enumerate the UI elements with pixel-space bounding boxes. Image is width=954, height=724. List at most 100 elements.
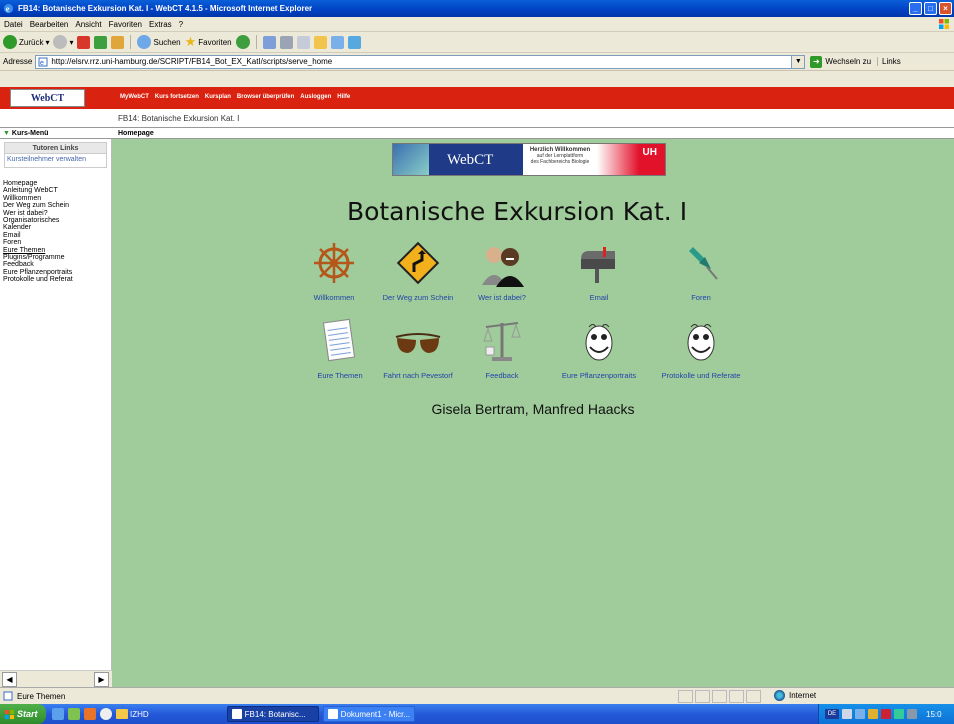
- forward-arrow-icon: [53, 35, 68, 49]
- nav-icon-weg-zum-schein[interactable]: Der Weg zum Schein: [376, 239, 460, 302]
- home-icon[interactable]: [111, 35, 125, 49]
- sidebar-item-kalender[interactable]: Kalender: [3, 224, 111, 231]
- tray-icon[interactable]: [842, 709, 852, 719]
- sidebar-item-eure-themen[interactable]: Eure Themen: [3, 247, 111, 254]
- nav-icon-pflanzenportraits[interactable]: Eure Pflanzenportraits: [557, 317, 641, 380]
- close-button[interactable]: ×: [939, 2, 952, 15]
- forward-button[interactable]: ▾: [53, 35, 73, 49]
- shield-icon[interactable]: [881, 709, 891, 719]
- icon-label-foren: Foren: [691, 293, 711, 302]
- language-indicator[interactable]: DE: [825, 709, 839, 719]
- maximize-button[interactable]: □: [924, 2, 937, 15]
- nav-icon-foren[interactable]: Foren: [659, 239, 743, 302]
- network-icon[interactable]: [855, 709, 865, 719]
- authors-text: Gisela Bertram, Manfred Haacks: [431, 401, 635, 417]
- sidebar-item-organisatorisches[interactable]: Organisatorisches: [3, 217, 111, 224]
- banner-subtitle-2: des Fachbereichs Biologie: [530, 159, 590, 165]
- task-word-document[interactable]: Dokument1 - Micr...: [322, 706, 415, 722]
- menu-datei[interactable]: Datei: [4, 20, 23, 29]
- messenger-icon[interactable]: [330, 35, 344, 49]
- nav-icon-protokolle[interactable]: Protokolle und Referate: [659, 317, 743, 380]
- windows-flag-icon: [939, 19, 949, 29]
- menu-extras[interactable]: Extras: [149, 20, 172, 29]
- breadcrumb: Homepage: [118, 129, 154, 137]
- tray-icon[interactable]: [894, 709, 904, 719]
- address-url: http://elsrv.rrz.uni-hamburg.de/SCRIPT/F…: [51, 57, 333, 66]
- nav-kursplan[interactable]: Kursplan: [205, 94, 231, 100]
- sidebar-item-homepage[interactable]: Homepage: [3, 180, 111, 187]
- ship-wheel-icon: [314, 243, 354, 283]
- scroll-right-icon[interactable]: ▶: [94, 672, 109, 687]
- sidebar-item-feedback[interactable]: Feedback: [3, 261, 111, 268]
- ie-logo-icon: e: [3, 3, 14, 13]
- nav-ausloggen[interactable]: Ausloggen: [300, 94, 331, 100]
- sidebar-item-protokolle[interactable]: Protokolle und Referat: [3, 276, 111, 283]
- windows-flag-icon: [4, 709, 15, 719]
- start-label: Start: [17, 709, 38, 719]
- mail-icon[interactable]: [262, 35, 276, 49]
- task-ie-window[interactable]: FB14: Botanisc...: [226, 706, 319, 722]
- media-quicklaunch-icon[interactable]: [68, 708, 80, 720]
- road-sign-icon: [396, 241, 440, 285]
- refresh-icon[interactable]: [94, 35, 108, 49]
- minimize-button[interactable]: _: [909, 2, 922, 15]
- sidebar-item-anleitung[interactable]: Anleitung WebCT: [3, 187, 111, 194]
- toolbar: Zurück ▾ ▾ Suchen ★ Favoriten: [0, 32, 954, 53]
- uni-logo: UH: [597, 144, 665, 175]
- scroll-left-icon[interactable]: ◀: [2, 672, 17, 687]
- menu-ansicht[interactable]: Ansicht: [75, 20, 101, 29]
- sidebar-link-kursteilnehmer[interactable]: Kursteilnehmer verwalten: [7, 156, 104, 164]
- history-icon[interactable]: [235, 35, 250, 49]
- stop-icon[interactable]: [77, 35, 91, 49]
- nav-icon-email[interactable]: Email: [557, 239, 641, 302]
- sidebar-item-foren[interactable]: Foren: [3, 239, 111, 246]
- nav-icon-eure-themen[interactable]: Eure Themen: [298, 317, 382, 380]
- ie-icon: [231, 709, 242, 719]
- nav-icon-willkommen[interactable]: Willkommen: [292, 239, 376, 302]
- go-button[interactable]: ➜ Wechseln zu: [810, 55, 871, 68]
- izhd-folder[interactable]: IZHD: [116, 709, 149, 719]
- menu-bearbeiten[interactable]: Bearbeiten: [30, 20, 69, 29]
- sidebar-item-weg-zum-schein[interactable]: Der Weg zum Schein: [3, 202, 111, 209]
- back-label: Zurück: [19, 37, 44, 47]
- people-icon[interactable]: [347, 35, 361, 49]
- sidebar-item-pflanzenportraits[interactable]: Eure Pflanzenportraits: [3, 269, 111, 276]
- address-input[interactable]: e http://elsrv.rrz.uni-hamburg.de/SCRIPT…: [35, 54, 806, 69]
- address-dropdown-icon[interactable]: ▼: [791, 55, 805, 68]
- toolbar-spacer: [0, 71, 954, 87]
- print-icon[interactable]: [279, 35, 293, 49]
- menu-favoriten[interactable]: Favoriten: [109, 20, 142, 29]
- sidebar-item-email[interactable]: Email: [3, 232, 111, 239]
- links-button[interactable]: Links: [877, 57, 901, 66]
- nav-kurs-fortsetzen[interactable]: Kurs fortsetzen: [155, 94, 199, 100]
- tray-icon[interactable]: [907, 709, 917, 719]
- folder-icon[interactable]: [313, 35, 327, 49]
- webct-logo[interactable]: WebCT: [10, 89, 85, 107]
- dna-image: [393, 144, 429, 175]
- nav-mywebct[interactable]: MyWebCT: [120, 94, 149, 100]
- kurs-menu-toggle[interactable]: ▼ Kurs-Menü: [3, 130, 48, 137]
- back-button[interactable]: Zurück ▾: [3, 35, 49, 49]
- firefox-quicklaunch-icon[interactable]: [84, 708, 96, 720]
- ie-quicklaunch-icon[interactable]: [52, 708, 64, 720]
- nav-hilfe[interactable]: Hilfe: [337, 94, 350, 100]
- favorites-button[interactable]: ★ Favoriten: [185, 34, 232, 50]
- clock-quicklaunch-icon[interactable]: [100, 708, 112, 720]
- nav-browser-pruefen[interactable]: Browser überprüfen: [237, 94, 294, 100]
- triangle-down-icon: ▼: [3, 129, 10, 137]
- nav-icon-wer-ist-dabei[interactable]: Wer ist dabei?: [460, 239, 544, 302]
- back-arrow-icon: [3, 35, 17, 49]
- sidebar-item-willkommen[interactable]: Willkommen: [3, 195, 111, 202]
- nav-icon-feedback[interactable]: Feedback: [460, 317, 544, 380]
- search-button[interactable]: Suchen: [137, 35, 181, 49]
- start-button[interactable]: Start: [0, 704, 46, 724]
- sidebar-item-plugins[interactable]: Plugins/Programme: [3, 254, 111, 261]
- menu-bar: Datei Bearbeiten Ansicht Favoriten Extra…: [0, 17, 954, 32]
- nav-icon-fahrt-pevestorf[interactable]: Fahrt nach Pevestorf: [376, 317, 460, 380]
- menu-help[interactable]: ?: [179, 20, 183, 29]
- edit-icon[interactable]: [296, 35, 310, 49]
- course-title-bar: FB14: Botanische Exkursion Kat. I: [0, 109, 954, 127]
- antivirus-icon[interactable]: [868, 709, 878, 719]
- sidebar-scrollbar[interactable]: ◀ ▶: [0, 670, 112, 687]
- sidebar-item-wer-ist-dabei[interactable]: Wer ist dabei?: [3, 210, 111, 217]
